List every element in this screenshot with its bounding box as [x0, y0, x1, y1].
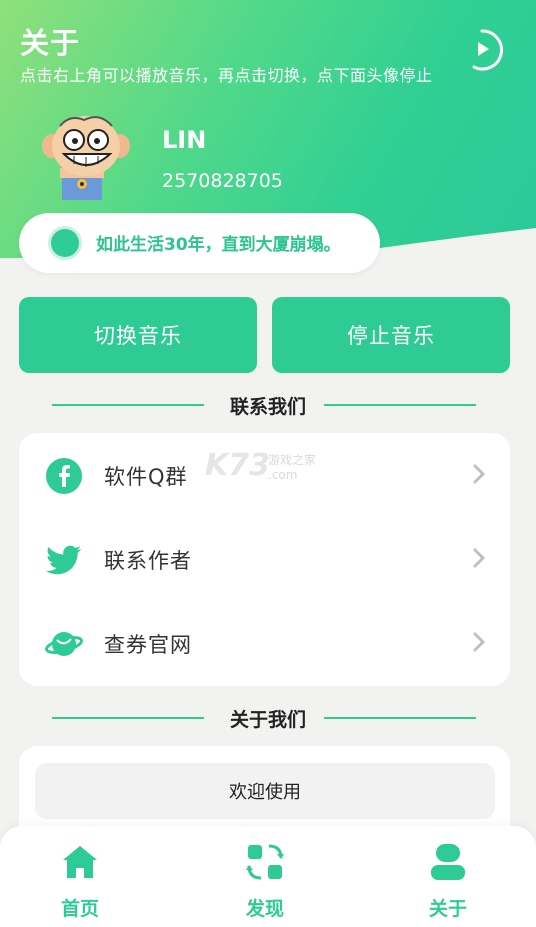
chevron-right-icon: [473, 548, 485, 568]
chevron-right-icon: [473, 464, 485, 484]
chevron-right-icon: [473, 632, 485, 652]
twitter-icon: [46, 545, 81, 575]
nav-label: 发现: [245, 898, 284, 920]
list-item-label: 软件Q群: [104, 465, 188, 489]
planet-icon: [45, 632, 83, 656]
page-title: 关于: [20, 26, 81, 60]
nav-home[interactable]: 首页: [20, 826, 140, 927]
page-subtitle: 点击右上角可以播放音乐，再点击切换，点下面头像停止: [20, 66, 433, 85]
status-dot-icon: [51, 229, 79, 257]
list-item-coupon-site[interactable]: 查券官网: [19, 601, 510, 685]
avatar[interactable]: [40, 110, 132, 200]
user-icon: [431, 844, 465, 880]
list-item-contact-author[interactable]: 联系作者: [19, 517, 510, 601]
motto-pill: 如此生活30年，直到大厦崩塌。: [19, 213, 380, 273]
facebook-icon: [46, 458, 82, 494]
play-circle-icon[interactable]: [460, 28, 504, 72]
divider: [324, 404, 476, 406]
discover-icon: [246, 844, 284, 880]
nav-discover[interactable]: 发现: [205, 826, 325, 927]
contact-section-heading: 联系我们: [0, 390, 536, 420]
profile-name: LIN: [162, 126, 207, 154]
home-icon: [63, 846, 97, 878]
watermark-text: 游戏之家 .com: [268, 453, 317, 482]
nav-label: 首页: [60, 898, 99, 920]
nav-label: 关于: [428, 898, 467, 920]
motto-text: 如此生活30年，直到大厦崩塌。: [96, 235, 341, 255]
divider: [324, 717, 476, 719]
list-item-label: 联系作者: [104, 549, 192, 573]
bottom-nav: 首页 发现 关于: [0, 826, 536, 927]
switch-music-button[interactable]: 切换音乐: [19, 297, 257, 373]
nav-about[interactable]: 关于: [388, 826, 508, 927]
welcome-text: 欢迎使用: [35, 763, 495, 819]
about-section-heading: 关于我们: [0, 703, 536, 733]
profile-id: 2570828705: [162, 170, 283, 192]
stop-music-button[interactable]: 停止音乐: [272, 297, 510, 373]
list-item-label: 查券官网: [104, 633, 192, 657]
watermark-logo: K73: [205, 448, 270, 483]
